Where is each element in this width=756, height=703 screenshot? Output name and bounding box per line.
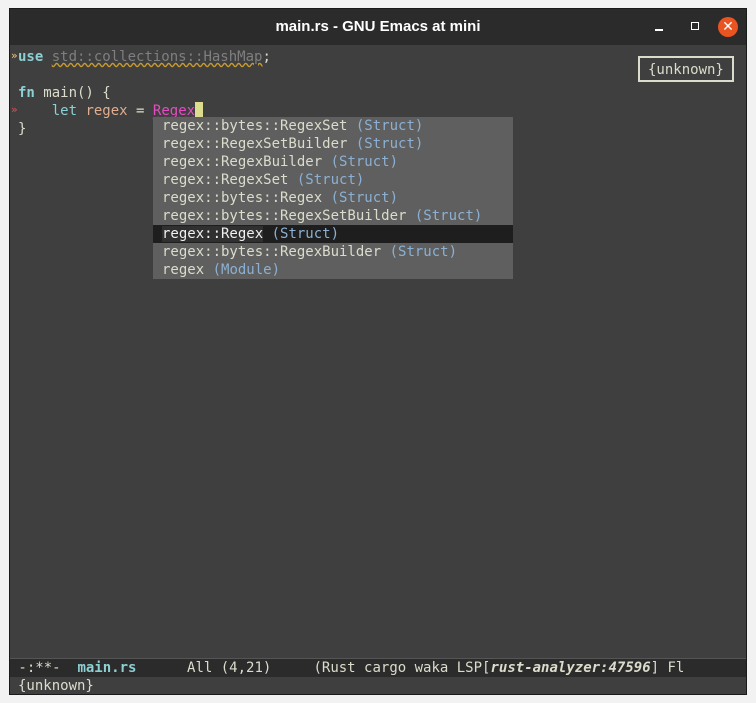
completion-item[interactable]: regex::bytes::RegexBuilder (Struct)	[153, 243, 513, 261]
completion-item[interactable]: regex::bytes::RegexSetBuilder (Struct)	[153, 207, 513, 225]
lsp-server-name[interactable]: rust-analyzer:47596	[490, 660, 650, 676]
keyword-use: use	[18, 49, 44, 65]
semicolon: ;	[262, 49, 271, 65]
completion-item[interactable]: regex::bytes::Regex (Struct)	[153, 189, 513, 207]
completion-item[interactable]: regex::RegexBuilder (Struct)	[153, 153, 513, 171]
modes-suffix: ] Fl	[650, 660, 685, 676]
completion-popup[interactable]: regex::bytes::RegexSet (Struct) regex::R…	[153, 117, 513, 279]
maximize-button[interactable]	[686, 17, 706, 37]
mode-line[interactable]: -:**- main.rs All (4,21) (Rust cargo wak…	[10, 658, 746, 677]
variable-name: regex	[85, 103, 128, 119]
completion-item[interactable]: regex::RegexSet (Struct)	[153, 171, 513, 189]
emacs-window: main.rs - GNU Emacs at mini ✕ » » use st…	[9, 8, 747, 695]
completion-item[interactable]: regex::RegexSetBuilder (Struct)	[153, 135, 513, 153]
closing-brace: }	[18, 121, 27, 137]
close-button[interactable]: ✕	[718, 17, 738, 37]
window-title: main.rs - GNU Emacs at mini	[275, 18, 481, 35]
code-line-3: fn main() {	[18, 84, 111, 102]
fn-signature: main() {	[34, 85, 111, 101]
unused-import-path: std::collections::HashMap	[51, 49, 263, 65]
minibuffer[interactable]: {unknown}	[10, 677, 746, 694]
text-cursor	[195, 102, 204, 118]
cursor-position: All (4,21)	[136, 660, 314, 676]
assign-op: =	[127, 103, 153, 119]
code-line-1: use std::collections::HashMap;	[18, 48, 271, 66]
keyword-fn: fn	[18, 85, 35, 101]
lsp-status-badge: {unknown}	[638, 56, 734, 82]
buffer-name[interactable]: main.rs	[77, 660, 136, 676]
modified-status: -:**-	[10, 660, 78, 676]
fringe-warning-icon: »	[11, 49, 18, 62]
completion-item[interactable]: regex (Module)	[153, 261, 513, 279]
major-minor-modes[interactable]: (Rust cargo waka LSP[	[313, 660, 490, 676]
keyword-let: let	[51, 103, 78, 119]
completion-item[interactable]: regex::bytes::RegexSet (Struct)	[153, 117, 513, 135]
minimize-button[interactable]	[649, 17, 669, 37]
close-icon: ✕	[722, 19, 734, 35]
code-line-5: }	[18, 120, 26, 138]
title-bar[interactable]: main.rs - GNU Emacs at mini ✕	[10, 9, 746, 45]
fringe-error-icon: »	[11, 103, 18, 116]
completion-item-selected[interactable]: regex::Regex (Struct)	[153, 225, 513, 243]
